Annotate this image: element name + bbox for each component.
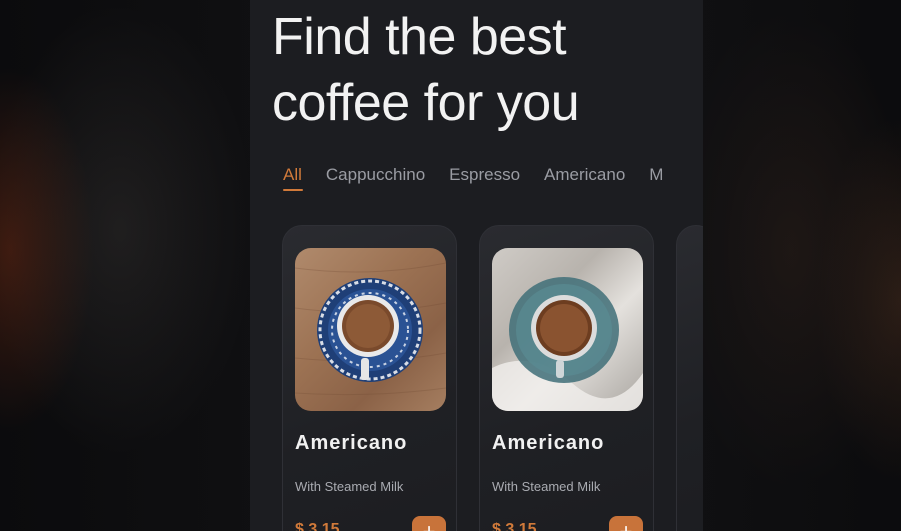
- product-price: $ 3.15: [295, 521, 340, 531]
- tab-label: Espresso: [449, 165, 521, 184]
- product-name: Americano: [492, 432, 605, 454]
- tab-espresso[interactable]: Espresso: [449, 163, 520, 189]
- coffee-cup-image: [492, 277, 643, 411]
- product-image: [295, 248, 446, 411]
- product-price: $ 3.15: [492, 521, 537, 531]
- app-screen: Find the best coffee for you All Cappucc…: [250, 0, 703, 531]
- screen: Find the best coffee for you All Cappucc…: [0, 0, 901, 531]
- add-to-cart-button[interactable]: +: [609, 516, 643, 531]
- page-title: Find the best coffee for you: [272, 4, 580, 136]
- add-to-cart-button[interactable]: +: [412, 516, 446, 531]
- coffee-cup-image: [295, 262, 446, 396]
- tab-label: All: [283, 165, 302, 184]
- product-subtitle: With Steamed Milk: [295, 479, 404, 494]
- tab-label: Cappucchino: [325, 165, 426, 184]
- blurred-background-left: [0, 0, 250, 531]
- tab-more[interactable]: M: [649, 163, 663, 189]
- product-card[interactable]: Americano With Steamed Milk $ 3.15 +: [282, 225, 457, 531]
- product-name: Americano: [295, 432, 408, 454]
- tab-cappucchino[interactable]: Cappucchino: [326, 163, 425, 189]
- category-tabs: All Cappucchino Espresso Americano M: [283, 163, 687, 197]
- product-image: [492, 248, 643, 411]
- tab-label: M: [649, 165, 664, 184]
- product-card[interactable]: Americano With Steamed Milk $ 3.15 +: [479, 225, 654, 531]
- blurred-background-right: [703, 0, 901, 531]
- tab-americano[interactable]: Americano: [544, 163, 625, 189]
- product-card-partial[interactable]: [676, 225, 703, 531]
- page-title-line-2: coffee for you: [272, 74, 580, 132]
- tab-all[interactable]: All: [283, 163, 303, 191]
- product-subtitle: With Steamed Milk: [492, 479, 601, 494]
- active-tab-indicator: [283, 189, 303, 191]
- tab-label: Americano: [544, 165, 626, 184]
- page-title-line-1: Find the best: [272, 8, 567, 66]
